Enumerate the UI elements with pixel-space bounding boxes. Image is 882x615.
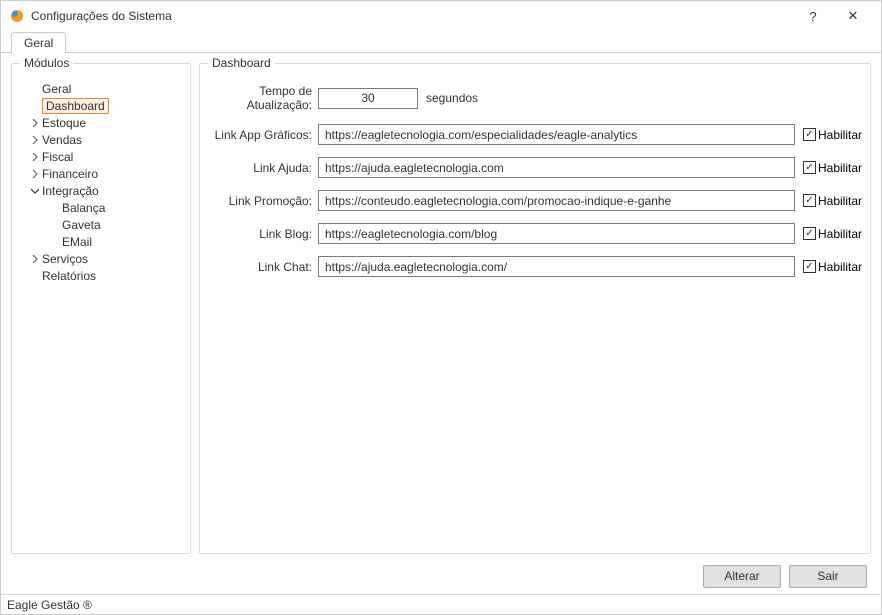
link-ajuda-input[interactable] (318, 157, 795, 178)
tree-label: Serviços (42, 252, 88, 266)
link-chat-input[interactable] (318, 256, 795, 277)
link-chat-label: Link Chat: (208, 260, 318, 274)
modules-tree: Geral Dashboard Estoque Vendas (20, 80, 182, 284)
chevron-right-icon[interactable] (28, 153, 42, 161)
row-link-blog: Link Blog: ✓ Habilitar (208, 223, 862, 244)
checkbox-checked-icon: ✓ (803, 194, 816, 207)
chevron-right-icon[interactable] (28, 255, 42, 263)
link-promo-input[interactable] (318, 190, 795, 211)
dashboard-form: Tempo de Atualização: segundos Link App … (208, 84, 862, 277)
tree-label: Fiscal (42, 150, 73, 164)
tree-item-balanca[interactable]: Balança (20, 199, 182, 216)
modules-panel: Módulos Geral Dashboard Estoque Vendas (11, 63, 191, 554)
tempo-input[interactable] (318, 88, 418, 109)
app-icon (9, 8, 25, 24)
tab-geral[interactable]: Geral (11, 32, 66, 54)
chevron-right-icon[interactable] (28, 170, 42, 178)
tab-strip: Geral (1, 31, 881, 53)
tree-label: Balança (62, 201, 105, 215)
tempo-label: Tempo de Atualização: (208, 84, 318, 112)
link-ajuda-enable[interactable]: ✓ Habilitar (803, 161, 862, 175)
tree-item-vendas[interactable]: Vendas (20, 131, 182, 148)
help-button[interactable]: ? (793, 2, 833, 30)
row-link-chat: Link Chat: ✓ Habilitar (208, 256, 862, 277)
tree-item-relatorios[interactable]: Relatórios (20, 267, 182, 284)
link-promo-label: Link Promoção: (208, 194, 318, 208)
link-ajuda-label: Link Ajuda: (208, 161, 318, 175)
tree-label: Gaveta (62, 218, 101, 232)
checkbox-label: Habilitar (818, 128, 862, 142)
link-blog-label: Link Blog: (208, 227, 318, 241)
link-promo-enable[interactable]: ✓ Habilitar (803, 194, 862, 208)
row-link-ajuda: Link Ajuda: ✓ Habilitar (208, 157, 862, 178)
row-link-promo: Link Promoção: ✓ Habilitar (208, 190, 862, 211)
button-bar: Alterar Sair (1, 558, 881, 594)
alterar-button[interactable]: Alterar (703, 565, 781, 588)
link-app-label: Link App Gráficos: (208, 128, 318, 142)
checkbox-label: Habilitar (818, 227, 862, 241)
tree-item-integracao[interactable]: Integração (20, 182, 182, 199)
modules-legend: Módulos (20, 56, 73, 70)
tree-item-fiscal[interactable]: Fiscal (20, 148, 182, 165)
link-app-input[interactable] (318, 124, 795, 145)
tree-item-email[interactable]: EMail (20, 233, 182, 250)
link-app-enable[interactable]: ✓ Habilitar (803, 128, 862, 142)
status-text: Eagle Gestão ® (7, 598, 92, 612)
checkbox-label: Habilitar (818, 161, 862, 175)
chevron-down-icon[interactable] (28, 187, 42, 195)
window-title: Configurações do Sistema (31, 9, 793, 23)
checkbox-checked-icon: ✓ (803, 128, 816, 141)
dashboard-panel: Dashboard Tempo de Atualização: segundos… (199, 63, 871, 554)
tree-label: Integração (42, 184, 99, 198)
content-area: Módulos Geral Dashboard Estoque Vendas (1, 53, 881, 558)
titlebar: Configurações do Sistema ? ✕ (1, 1, 881, 31)
tree-item-financeiro[interactable]: Financeiro (20, 165, 182, 182)
tree-label: Estoque (42, 116, 86, 130)
tree-item-estoque[interactable]: Estoque (20, 114, 182, 131)
tempo-suffix: segundos (418, 91, 478, 105)
tree-label: EMail (62, 235, 92, 249)
tree-item-gaveta[interactable]: Gaveta (20, 216, 182, 233)
row-link-app: Link App Gráficos: ✓ Habilitar (208, 124, 862, 145)
dashboard-legend: Dashboard (208, 56, 275, 70)
close-button[interactable]: ✕ (833, 2, 873, 30)
tree-label: Relatórios (42, 269, 96, 283)
tree-item-geral[interactable]: Geral (20, 80, 182, 97)
checkbox-checked-icon: ✓ (803, 227, 816, 240)
link-chat-enable[interactable]: ✓ Habilitar (803, 260, 862, 274)
checkbox-label: Habilitar (818, 260, 862, 274)
tree-item-dashboard[interactable]: Dashboard (20, 97, 182, 114)
tree-label-selected: Dashboard (42, 98, 109, 114)
link-blog-enable[interactable]: ✓ Habilitar (803, 227, 862, 241)
checkbox-label: Habilitar (818, 194, 862, 208)
chevron-right-icon[interactable] (28, 119, 42, 127)
status-bar: Eagle Gestão ® (1, 594, 881, 614)
checkbox-checked-icon: ✓ (803, 161, 816, 174)
sair-button[interactable]: Sair (789, 565, 867, 588)
tree-label: Vendas (42, 133, 82, 147)
link-blog-input[interactable] (318, 223, 795, 244)
tree-label: Financeiro (42, 167, 98, 181)
tree-item-servicos[interactable]: Serviços (20, 250, 182, 267)
checkbox-checked-icon: ✓ (803, 260, 816, 273)
chevron-right-icon[interactable] (28, 136, 42, 144)
tree-label: Geral (42, 82, 71, 96)
row-tempo: Tempo de Atualização: segundos (208, 84, 862, 112)
